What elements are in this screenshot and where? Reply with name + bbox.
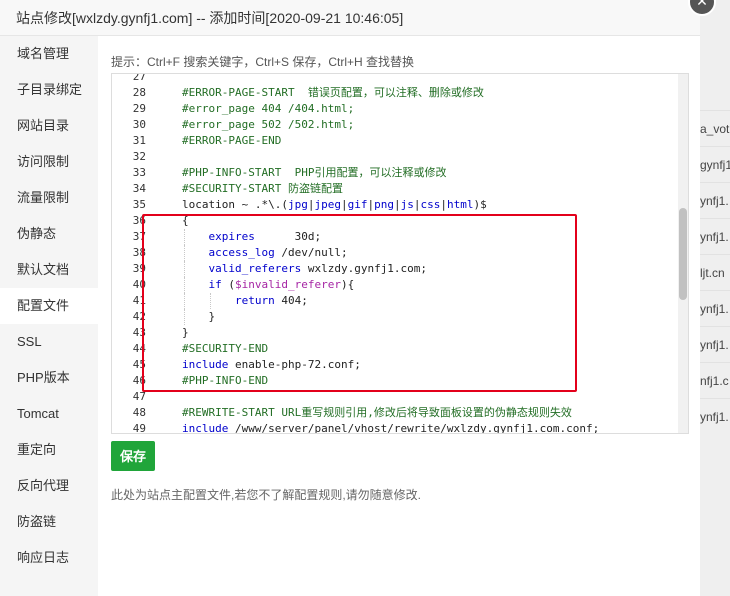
line-number: 46: [132, 374, 146, 387]
sidebar-item[interactable]: PHP版本: [0, 360, 98, 396]
code-line: 32: [112, 149, 688, 165]
sidebar-item[interactable]: 默认文档: [0, 252, 98, 288]
line-number: 39: [132, 262, 146, 275]
code-line: 27: [112, 73, 688, 85]
code-line: 31 #ERROR-PAGE-END: [112, 133, 688, 149]
line-number: 45: [132, 358, 146, 371]
background-row: ynfj1.: [700, 326, 730, 363]
code-value: /www/server/panel/vhost/rewrite/wxlzdy.g…: [228, 422, 600, 434]
code-text: location ~ .*\.(jpg|jpeg|gif|png|js|css|…: [182, 198, 487, 211]
line-number: 31: [132, 134, 146, 147]
sidebar-item[interactable]: 配置文件: [0, 288, 98, 324]
background-row: a_vot: [700, 110, 730, 147]
code-keyword: include: [182, 422, 229, 434]
line-number: 37: [132, 230, 146, 243]
line-number: 29: [132, 102, 146, 115]
sidebar-item[interactable]: 子目录绑定: [0, 72, 98, 108]
config-note: 此处为站点主配置文件,若您不了解配置规则,请勿随意修改.: [111, 488, 422, 502]
code-line: 33 #PHP-INFO-START PHP引用配置，可以注释或修改: [112, 165, 688, 181]
modal-title: 站点修改[wxlzdy.gynfj1.com] -- 添加时间[2020-09-…: [0, 0, 700, 36]
scrollbar-thumb[interactable]: [679, 208, 687, 300]
background-row: ynfj1.: [700, 218, 730, 255]
line-number: 40: [132, 278, 146, 291]
code-text: #error_page 502 /502.html;: [182, 118, 355, 131]
sidebar-item[interactable]: 域名管理: [0, 36, 98, 72]
line-number: 44: [132, 342, 146, 355]
line-number: 35: [132, 198, 146, 211]
background-row: ynfj1.: [700, 290, 730, 327]
sidebar-item[interactable]: 重定向: [0, 432, 98, 468]
line-number: 30: [132, 118, 146, 131]
line-number: 32: [132, 150, 146, 163]
sidebar-item[interactable]: Tomcat: [0, 396, 98, 432]
code-editor[interactable]: 27 28 #ERROR-PAGE-START 错误页配置，可以注释、删除或修改 29…: [111, 73, 689, 434]
line-number: 43: [132, 326, 146, 339]
sidebar-item[interactable]: 流量限制: [0, 180, 98, 216]
sidebar-item[interactable]: SSL: [0, 324, 98, 360]
background-row: gynfj1: [700, 146, 730, 183]
sidebar-item[interactable]: 访问限制: [0, 144, 98, 180]
code-line: 30 #error_page 502 /502.html;: [112, 117, 688, 133]
config-file-panel: 提示：Ctrl+F 搜索关键字，Ctrl+S 保存，Ctrl+H 查找替换 27…: [98, 36, 700, 596]
code-text: include /www/server/panel/vhost/rewrite/…: [182, 421, 600, 434]
code-text: #error_page 404 /404.html;: [182, 102, 355, 115]
code-line: 29 #error_page 404 /404.html;: [112, 101, 688, 117]
line-number: 48: [132, 406, 146, 419]
editor-hint: 提示：Ctrl+F 搜索关键字，Ctrl+S 保存，Ctrl+H 查找替换: [111, 55, 415, 69]
save-button[interactable]: 保存: [111, 441, 155, 471]
code-text: #ERROR-PAGE-END: [182, 134, 282, 147]
code-text: #REWRITE-START URL重写规则引用,修改后将导致面板设置的伪静态规…: [182, 406, 572, 419]
code-line: 34 #SECURITY-START 防盗链配置: [112, 181, 688, 197]
editor-scrollbar[interactable]: [678, 74, 688, 433]
code-text: #SECURITY-START 防盗链配置: [182, 182, 343, 195]
line-number: 47: [132, 390, 146, 403]
line-number: 42: [132, 310, 146, 323]
code-line: 28 #ERROR-PAGE-START 错误页配置，可以注释、删除或修改: [112, 85, 688, 101]
code-line: 35 location ~ .*\.(jpg|jpeg|gif|png|js|cs…: [112, 197, 688, 213]
line-number: 38: [132, 246, 146, 259]
line-number: 27: [132, 73, 146, 83]
background-row: ynfj1.: [700, 398, 730, 435]
code-text: #PHP-INFO-START PHP引用配置，可以注释或修改: [182, 166, 447, 179]
security-block-highlight: [142, 214, 577, 392]
line-number: 41: [132, 294, 146, 307]
code-line: 49 include /www/server/panel/vhost/rewrit…: [112, 421, 688, 434]
background-row: nfj1.c: [700, 362, 730, 399]
line-number: 33: [132, 166, 146, 179]
code-line: 48 #REWRITE-START URL重写规则引用,修改后将导致面板设置的伪静…: [112, 405, 688, 421]
sidebar-item[interactable]: 反向代理: [0, 468, 98, 504]
code-text: #ERROR-PAGE-START 错误页配置，可以注释、删除或修改: [182, 86, 484, 99]
background-row: ynfj1.: [700, 182, 730, 219]
line-number: 49: [132, 422, 146, 434]
line-number: 34: [132, 182, 146, 195]
sidebar-item[interactable]: 响应日志: [0, 540, 98, 576]
sidebar-item[interactable]: 伪静态: [0, 216, 98, 252]
sidebar-item[interactable]: 网站目录: [0, 108, 98, 144]
sidebar: 域名管理 子目录绑定 网站目录 访问限制 流量限制 伪静态 默认文档 配置文件 SSL PHP版本…: [0, 36, 98, 596]
sidebar-item[interactable]: 防盗链: [0, 504, 98, 540]
line-number: 36: [132, 214, 146, 227]
line-number: 28: [132, 86, 146, 99]
background-row: ljt.cn: [700, 254, 730, 291]
site-edit-modal: 站点修改[wxlzdy.gynfj1.com] -- 添加时间[2020-09-…: [0, 0, 700, 596]
